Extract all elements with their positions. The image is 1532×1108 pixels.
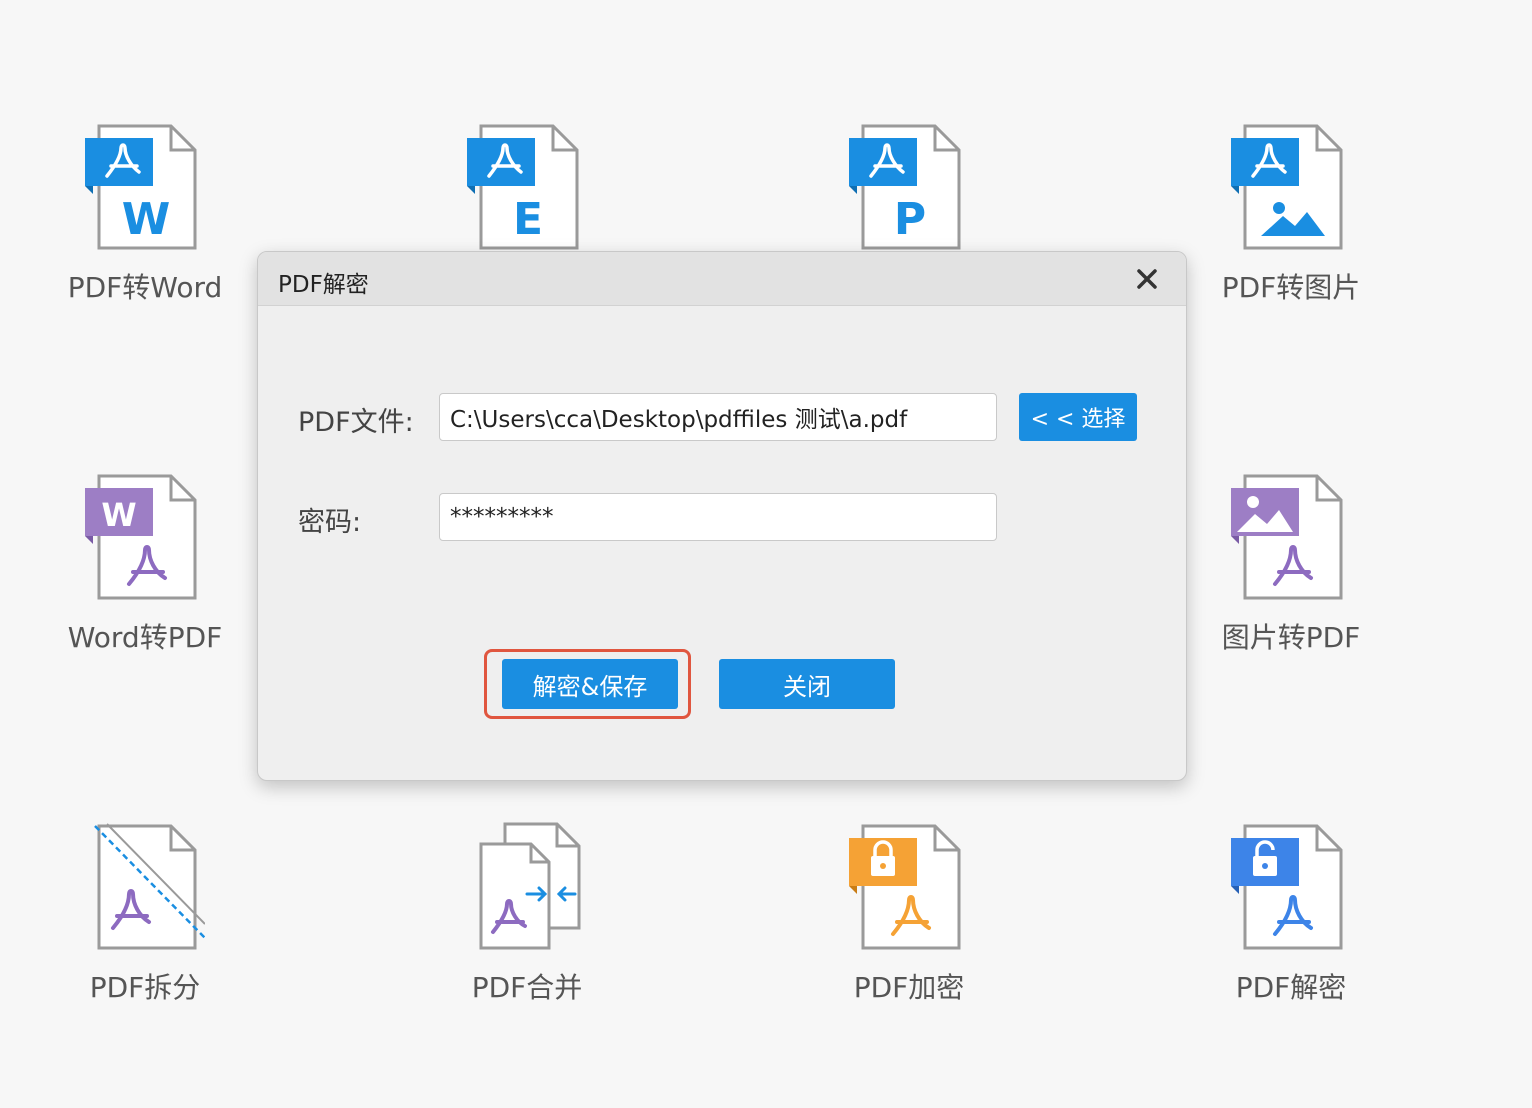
tool-label: Word转PDF bbox=[67, 621, 223, 654]
svg-text:W: W bbox=[101, 496, 136, 534]
tool-pdf-decrypt[interactable]: PDF解密 bbox=[1191, 820, 1391, 1006]
tool-label: PDF加密 bbox=[853, 971, 965, 1004]
tool-word-to-pdf[interactable]: W Word转PDF bbox=[45, 470, 245, 656]
pdf-file-input[interactable] bbox=[439, 393, 997, 441]
pdf-to-ppt-icon: P bbox=[849, 124, 961, 250]
pdf-to-excel-icon: E bbox=[467, 124, 579, 250]
tool-pdf-encrypt[interactable]: PDF加密 bbox=[809, 820, 1009, 1006]
pdf-decrypt-dialog: PDF解密 PDF文件: < < 选择 密码: 解密&保存 关闭 bbox=[257, 251, 1187, 781]
pdf-file-label: PDF文件: bbox=[298, 407, 414, 438]
tool-label: PDF转Word bbox=[67, 271, 223, 304]
pdf-encrypt-icon bbox=[849, 824, 961, 950]
close-button[interactable]: 关闭 bbox=[719, 659, 895, 709]
tool-label: 图片转PDF bbox=[1221, 621, 1361, 654]
pdf-to-word-icon: W bbox=[85, 124, 197, 250]
pdf-split-icon bbox=[94, 823, 205, 950]
password-label: 密码: bbox=[298, 507, 362, 538]
tool-label: PDF合并 bbox=[471, 971, 583, 1004]
select-file-button[interactable]: < < 选择 bbox=[1019, 393, 1137, 441]
tool-pdf-split[interactable]: PDF拆分 bbox=[45, 820, 245, 1006]
tool-image-to-pdf[interactable]: 图片转PDF bbox=[1191, 470, 1391, 656]
decrypt-save-button[interactable]: 解密&保存 bbox=[502, 659, 678, 709]
pdf-merge-icon bbox=[479, 822, 581, 950]
tool-label: PDF解密 bbox=[1235, 971, 1347, 1004]
tool-label: PDF拆分 bbox=[89, 971, 201, 1004]
password-input[interactable] bbox=[439, 493, 997, 541]
tool-pdf-merge[interactable]: PDF合并 bbox=[427, 820, 627, 1006]
close-icon[interactable] bbox=[1130, 262, 1164, 296]
tool-pdf-to-word[interactable]: W PDF转Word bbox=[45, 120, 245, 306]
tool-pdf-to-ppt[interactable]: P bbox=[809, 120, 1009, 266]
tool-pdf-to-excel[interactable]: E bbox=[427, 120, 627, 266]
dialog-title: PDF解密 bbox=[278, 272, 369, 298]
dialog-title-bar: PDF解密 bbox=[258, 252, 1186, 306]
tool-pdf-to-image[interactable]: PDF转图片 bbox=[1191, 120, 1391, 306]
word-to-pdf-icon: W bbox=[85, 474, 197, 600]
svg-text:W: W bbox=[122, 194, 171, 245]
tool-label: PDF转图片 bbox=[1221, 271, 1361, 304]
svg-text:P: P bbox=[894, 194, 926, 245]
pdf-to-image-icon bbox=[1231, 124, 1343, 250]
image-to-pdf-icon bbox=[1231, 474, 1343, 600]
svg-text:E: E bbox=[513, 194, 543, 245]
pdf-decrypt-icon bbox=[1231, 824, 1343, 950]
